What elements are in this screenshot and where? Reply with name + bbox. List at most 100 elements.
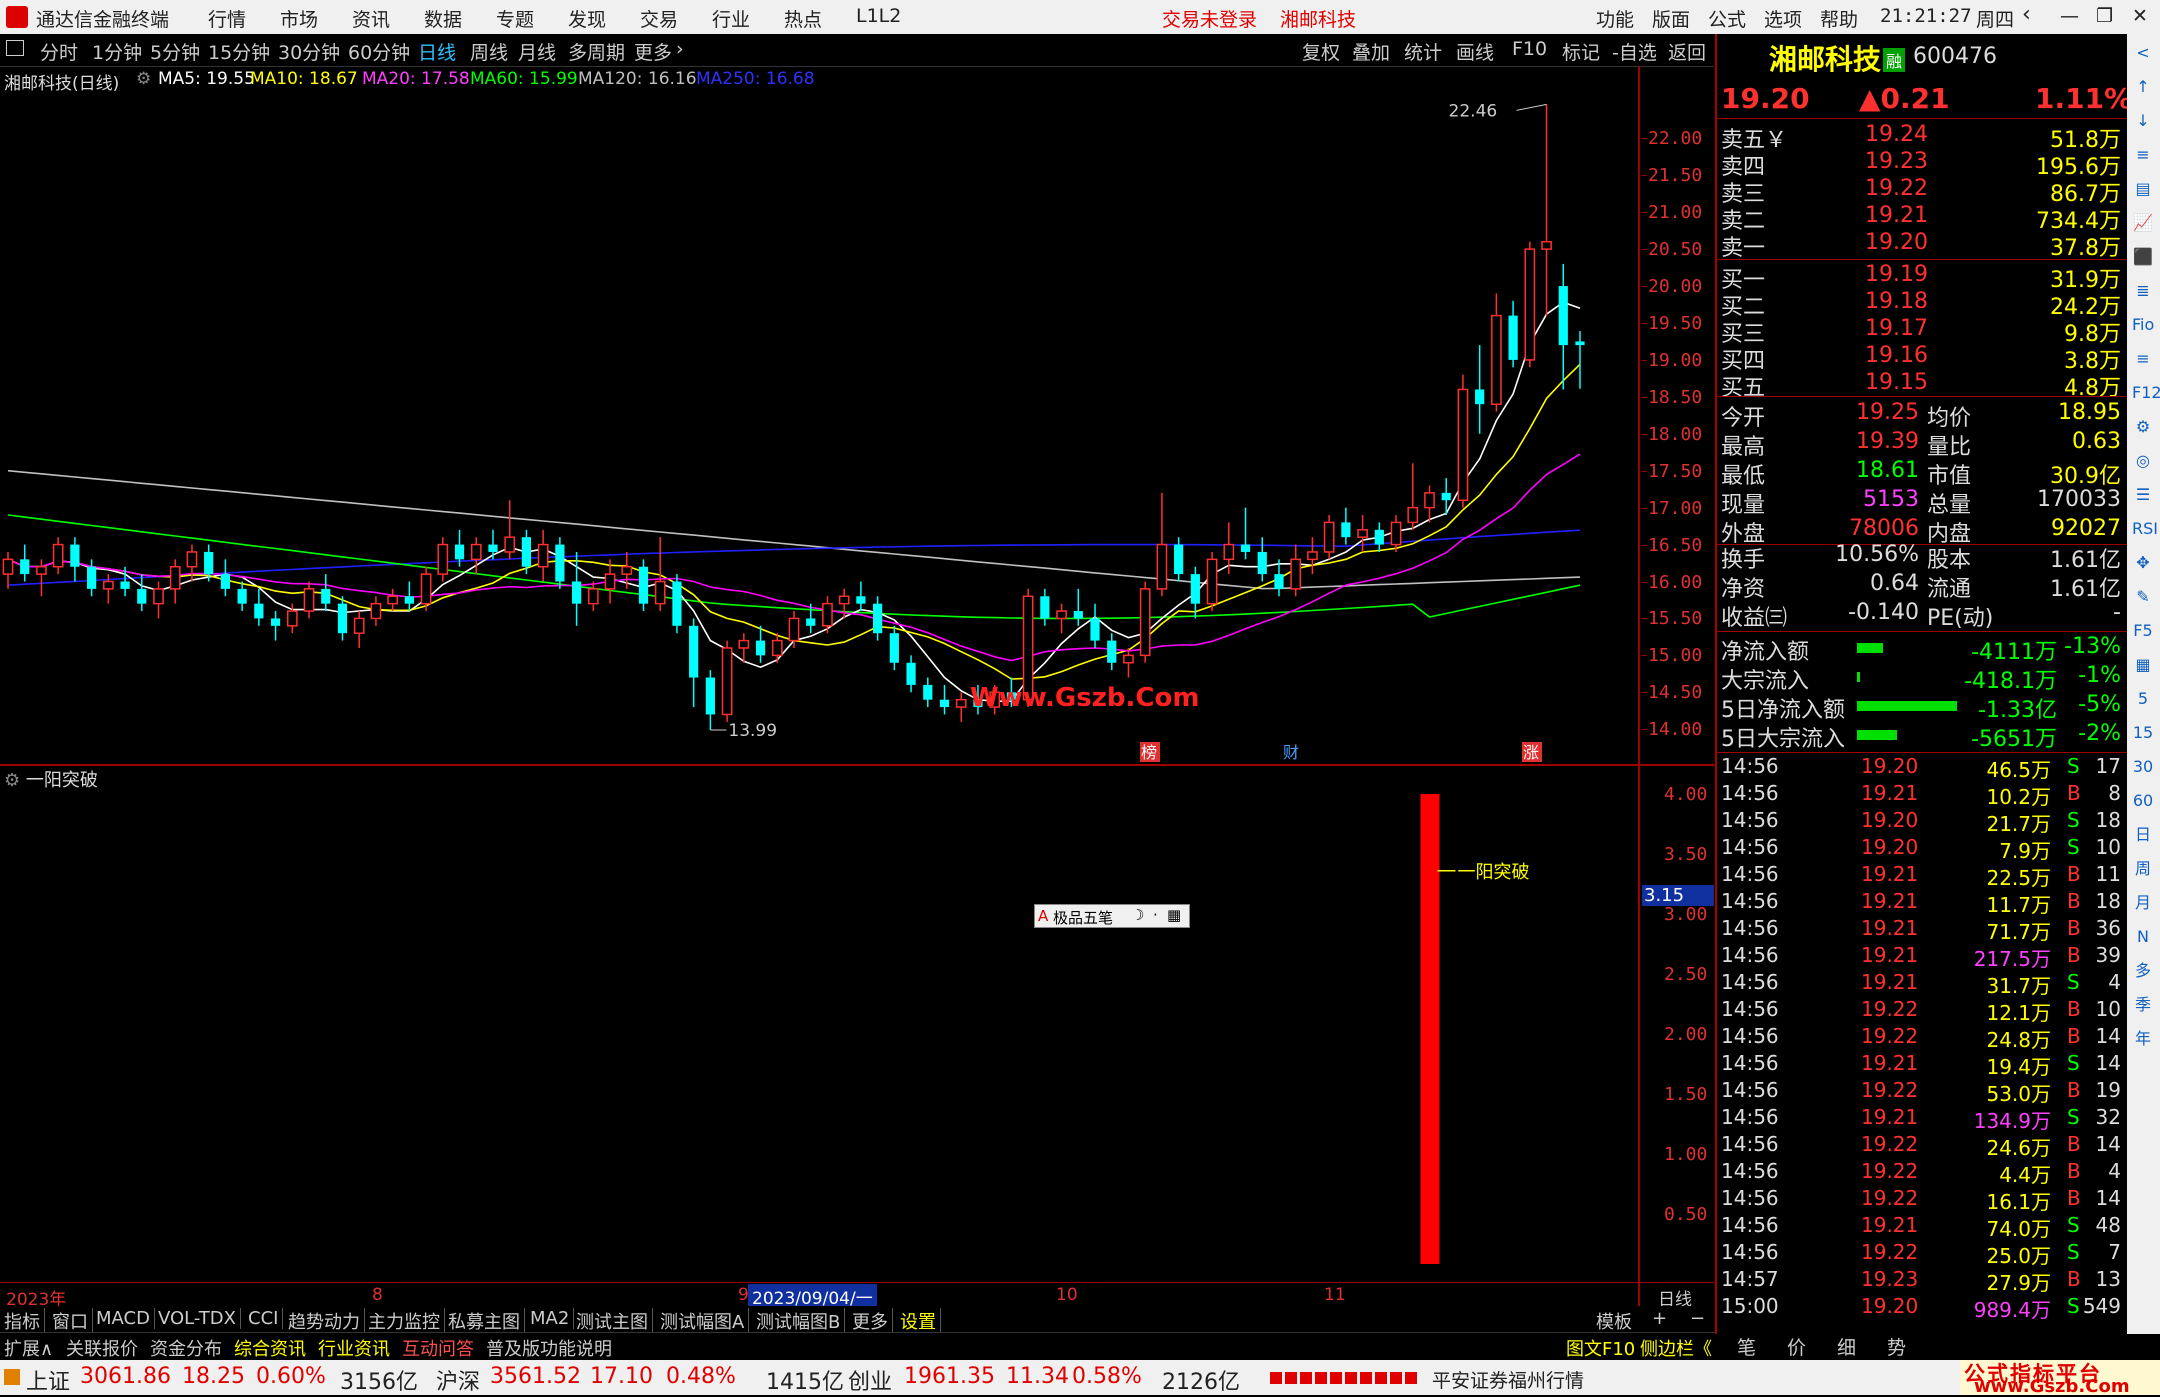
side-tool-icon[interactable]: Fio xyxy=(2132,314,2154,336)
side-tool-icon[interactable]: ✥ xyxy=(2132,552,2154,574)
side-tool-icon[interactable]: F12 xyxy=(2132,382,2160,404)
exp-tab-1[interactable]: 关联报价 xyxy=(66,1335,138,1361)
back-icon[interactable]: ‹ xyxy=(2022,2,2031,27)
tab-1[interactable]: 窗口 xyxy=(52,1308,93,1334)
side-tool-icon[interactable]: ≡ xyxy=(2132,144,2154,166)
quote-tab-1[interactable]: 价 xyxy=(1787,1333,1806,1360)
exp-tab-6[interactable]: 普及版功能说明 xyxy=(486,1335,612,1361)
side-tool-icon[interactable]: 年 xyxy=(2132,1028,2154,1050)
tab-3[interactable]: VOL-TDX xyxy=(158,1308,241,1329)
tab-11[interactable]: 测试幅图B xyxy=(756,1308,846,1334)
period-weekly[interactable]: 周线 xyxy=(470,38,508,65)
quote-tab-0[interactable]: 笔 xyxy=(1737,1333,1756,1360)
period-more[interactable]: 更多 xyxy=(634,38,672,65)
exp-tab-0[interactable]: 扩展∧ xyxy=(4,1335,53,1361)
tab-13[interactable]: 设置 xyxy=(900,1308,941,1334)
period-daily[interactable]: 日线 xyxy=(418,38,456,65)
side-tool-icon[interactable]: ✎ xyxy=(2132,586,2154,608)
side-tool-icon[interactable]: ≡ xyxy=(2132,348,2154,370)
quote-tab-3[interactable]: 势 xyxy=(1887,1333,1906,1360)
tab-10[interactable]: 测试幅图A xyxy=(660,1308,750,1334)
side-tool-icon[interactable]: 多 xyxy=(2132,960,2154,982)
menu-zhuanti[interactable]: 专题 xyxy=(496,5,534,32)
side-tool-icon[interactable]: 📈 xyxy=(2132,212,2154,234)
settings-icon[interactable]: ⚙ xyxy=(136,69,151,89)
ime-a-icon[interactable]: A xyxy=(1038,907,1048,925)
side-tool-icon[interactable]: ↑ xyxy=(2132,76,2154,98)
side-tool-icon[interactable]: F5 xyxy=(2132,620,2154,642)
idx2-name[interactable]: 沪深 xyxy=(436,1364,480,1396)
side-tool-icon[interactable]: 60 xyxy=(2132,790,2154,812)
tool-huaxian[interactable]: 画线 xyxy=(1456,38,1494,65)
tab-8[interactable]: MA2 xyxy=(530,1308,575,1329)
ime-popup[interactable]: A 极品五笔 ☽ · ▦ xyxy=(1034,904,1190,928)
ime-moon-icon[interactable]: ☽ xyxy=(1131,906,1144,924)
menu-shichang[interactable]: 市场 xyxy=(280,5,318,32)
menu-hangye[interactable]: 行业 xyxy=(712,5,750,32)
side-tool-icon[interactable]: ≣ xyxy=(2132,280,2154,302)
tab-6[interactable]: 主力监控 xyxy=(368,1308,445,1334)
menu-l1l2[interactable]: L1L2 xyxy=(856,5,901,27)
tool-zixuan[interactable]: -自选 xyxy=(1612,38,1657,65)
period-monthly[interactable]: 月线 xyxy=(518,38,556,65)
period-fenshi[interactable]: 分时 xyxy=(40,38,78,65)
tool-tongji[interactable]: 统计 xyxy=(1404,38,1442,65)
tool-fuquan[interactable]: 复权 xyxy=(1302,38,1340,65)
menu-redian[interactable]: 热点 xyxy=(784,5,822,32)
period-30min[interactable]: 30分钟 xyxy=(278,38,340,65)
panel-toggle-icon[interactable] xyxy=(6,40,24,56)
tab-5[interactable]: 趋势动力 xyxy=(288,1308,365,1334)
side-tool-icon[interactable]: 月 xyxy=(2132,892,2154,914)
exp-tab-2[interactable]: 资金分布 xyxy=(150,1335,222,1361)
login-status[interactable]: 交易未登录 xyxy=(1162,5,1257,32)
menu-hangqing[interactable]: 行情 xyxy=(208,5,246,32)
side-tool-icon[interactable]: ☰ xyxy=(2132,484,2154,506)
period-1min[interactable]: 1分钟 xyxy=(92,38,142,65)
side-tool-icon[interactable]: ▦ xyxy=(2132,654,2154,676)
tab-12[interactable]: 更多 xyxy=(852,1308,893,1334)
tab-2[interactable]: MACD xyxy=(96,1308,155,1329)
quote-tab-2[interactable]: 细 xyxy=(1837,1333,1856,1360)
side-tool-icon[interactable]: 5 xyxy=(2132,688,2154,710)
side-tool-icon[interactable]: RSI xyxy=(2132,518,2158,540)
tab-add-icon[interactable]: + xyxy=(1652,1308,1667,1329)
exp-sidebar[interactable]: 侧边栏《 xyxy=(1640,1335,1712,1361)
menu-faxian[interactable]: 发现 xyxy=(568,5,606,32)
exp-tab-5[interactable]: 互动问答 xyxy=(402,1335,474,1361)
menu-zixun[interactable]: 资讯 xyxy=(352,5,390,32)
side-tool-icon[interactable]: 15 xyxy=(2132,722,2154,744)
close-icon[interactable]: ✕ xyxy=(2132,5,2148,27)
tab-template[interactable]: 模板 xyxy=(1596,1308,1632,1334)
tab-0[interactable]: 指标 xyxy=(4,1308,45,1334)
maximize-icon[interactable]: ❐ xyxy=(2096,5,2113,27)
exp-f10[interactable]: 图文F10 xyxy=(1566,1335,1635,1361)
menu-jiaoyi[interactable]: 交易 xyxy=(640,5,678,32)
side-tool-icon[interactable]: N xyxy=(2132,926,2154,948)
ime-dot-icon[interactable]: · xyxy=(1153,906,1158,924)
tool-f10[interactable]: F10 xyxy=(1512,38,1547,60)
exp-tab-4[interactable]: 行业资讯 xyxy=(318,1335,390,1361)
side-tool-icon[interactable]: < xyxy=(2132,42,2154,64)
menu-xuanxiang[interactable]: 选项 xyxy=(1764,5,1802,32)
side-tool-icon[interactable]: 周 xyxy=(2132,858,2154,880)
minimize-icon[interactable]: — xyxy=(2060,5,2079,27)
side-tool-icon[interactable]: ↓ xyxy=(2132,110,2154,132)
candlestick-chart[interactable]: 22.46 13.99 Www.Gszb.Com 榜 财 涨 xyxy=(0,94,1714,766)
idx3-name[interactable]: 创业 xyxy=(848,1364,892,1396)
menu-gongshi[interactable]: 公式 xyxy=(1708,5,1746,32)
tab-9[interactable]: 测试主图 xyxy=(576,1308,653,1334)
tab-remove-icon[interactable]: − xyxy=(1690,1308,1705,1329)
ime-keyboard-icon[interactable]: ▦ xyxy=(1167,906,1181,924)
period-5min[interactable]: 5分钟 xyxy=(150,38,200,65)
menu-shuju[interactable]: 数据 xyxy=(424,5,462,32)
menu-bangzhu[interactable]: 帮助 xyxy=(1820,5,1858,32)
tool-diejia[interactable]: 叠加 xyxy=(1352,38,1390,65)
side-tool-icon[interactable]: ▤ xyxy=(2132,178,2154,200)
tab-7[interactable]: 私募主图 xyxy=(448,1308,525,1334)
tool-fanhui[interactable]: 返回 xyxy=(1668,38,1706,65)
tab-4[interactable]: CCI xyxy=(248,1308,284,1329)
period-15min[interactable]: 15分钟 xyxy=(208,38,270,65)
indicator-chart[interactable]: 一阳突破 xyxy=(0,766,1714,1282)
side-tool-icon[interactable]: 30 xyxy=(2132,756,2154,778)
side-tool-icon[interactable]: 季 xyxy=(2132,994,2154,1016)
